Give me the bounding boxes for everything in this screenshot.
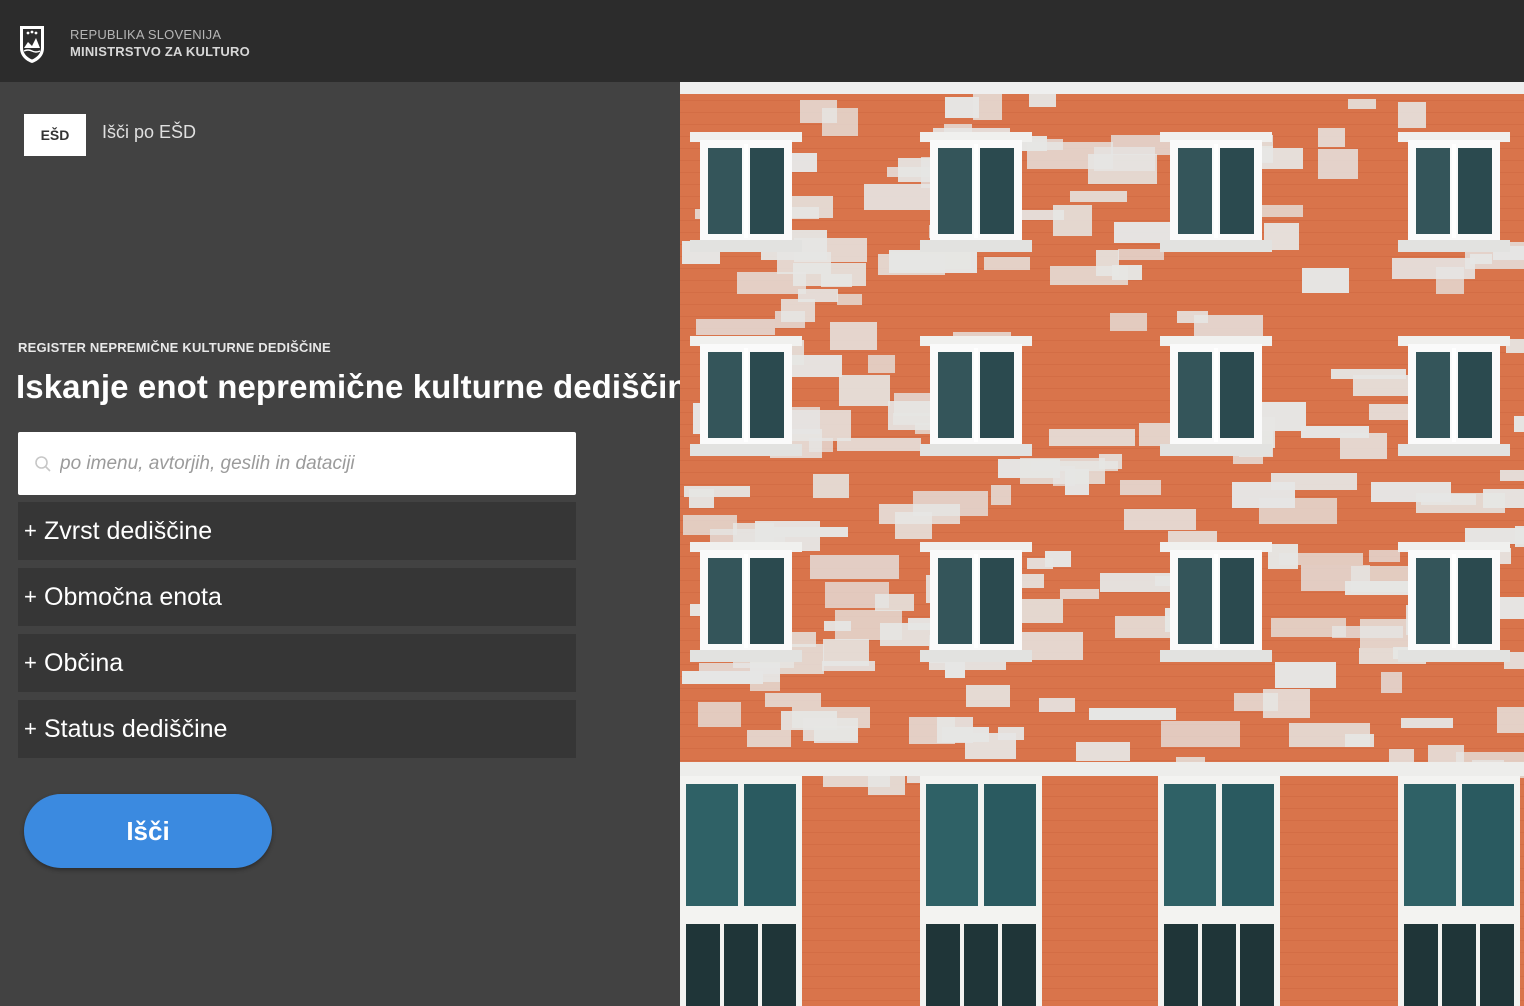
search-panel: EŠD Išči po EŠD REGISTER NEPREMIČNE KULT… [0, 82, 706, 1006]
filter-status-dediscine[interactable]: + Status dediščine [18, 700, 576, 758]
esd-search-link[interactable]: Išči po EŠD [102, 122, 196, 143]
building-facade-image [680, 82, 1524, 1006]
search-icon [35, 455, 51, 472]
plus-icon: + [24, 518, 37, 543]
page-title: Iskanje enot nepremične kulturne dedišči… [16, 368, 707, 405]
ministry-name: MINISTRSTVO ZA KULTURO [70, 44, 250, 59]
search-input[interactable] [60, 432, 576, 495]
filter-label: Območna enota [44, 582, 222, 611]
plus-icon: + [24, 584, 37, 609]
esd-button[interactable]: EŠD [24, 114, 86, 156]
filter-obmocna-enota[interactable]: + Območna enota [18, 568, 576, 626]
country-name: REPUBLIKA SLOVENIJA [70, 27, 222, 42]
filter-obcina[interactable]: + Občina [18, 634, 576, 692]
top-bar: REPUBLIKA SLOVENIJA MINISTRSTVO ZA KULTU… [0, 0, 1524, 82]
plus-icon: + [24, 716, 37, 741]
filter-zvrst-dediscine[interactable]: + Zvrst dediščine [18, 502, 576, 560]
filter-label: Občina [44, 648, 124, 677]
search-box[interactable] [18, 432, 576, 495]
filter-label: Zvrst dediščine [44, 516, 213, 545]
filter-label: Status dediščine [44, 714, 228, 743]
slovenia-crest-icon [20, 26, 44, 63]
plus-icon: + [24, 650, 37, 675]
hero-image [680, 82, 1524, 1006]
section-label: REGISTER NEPREMIČNE KULTURNE DEDIŠČINE [18, 340, 331, 355]
ministry-brand[interactable]: REPUBLIKA SLOVENIJA MINISTRSTVO ZA KULTU… [70, 26, 250, 60]
search-button[interactable]: Išči [24, 794, 272, 868]
